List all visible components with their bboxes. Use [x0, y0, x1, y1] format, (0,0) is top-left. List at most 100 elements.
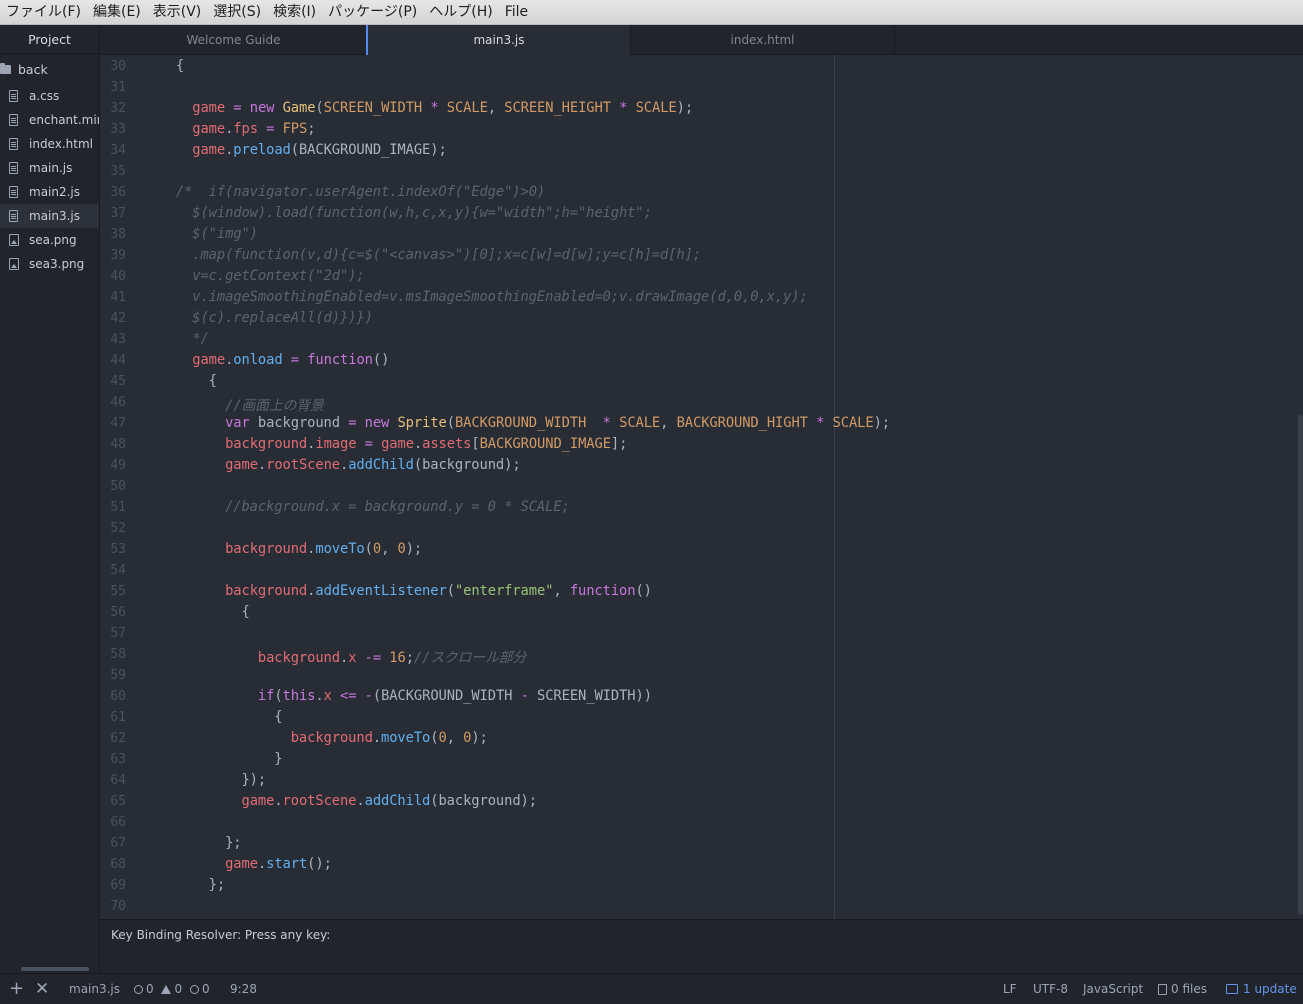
tree-file-item[interactable]: sea3.png	[0, 252, 99, 276]
git-files-status[interactable]: 0 files	[1158, 974, 1207, 1004]
code-line[interactable]: //画面上の背景	[143, 394, 324, 414]
tree-file-item[interactable]: main2.js	[0, 180, 99, 204]
line-number[interactable]: 53	[100, 542, 126, 557]
code-line[interactable]: game.start();	[143, 856, 332, 872]
tab-index-html[interactable]: index.html	[631, 25, 895, 55]
diagnostics-summary[interactable]: 0 0 0	[134, 974, 210, 1004]
line-number[interactable]: 32	[100, 101, 126, 116]
line-number[interactable]: 40	[100, 269, 126, 284]
line-number[interactable]: 46	[100, 395, 126, 410]
code-line[interactable]: game.preload(BACKGROUND_IMAGE);	[143, 142, 447, 158]
line-number[interactable]: 47	[100, 416, 126, 431]
code-line[interactable]: background.moveTo(0, 0);	[143, 730, 488, 746]
line-number[interactable]: 33	[100, 122, 126, 137]
tree-file-item[interactable]: enchant.min.js	[0, 108, 99, 132]
close-icon[interactable]: ✕	[35, 974, 49, 1004]
line-number[interactable]: 66	[100, 815, 126, 830]
editor-vertical-scrollbar[interactable]	[1298, 415, 1303, 915]
line-ending-selector[interactable]: LF	[1003, 974, 1017, 1004]
encoding-selector[interactable]: UTF-8	[1033, 974, 1068, 1004]
line-number[interactable]: 43	[100, 332, 126, 347]
tree-file-item[interactable]: main.js	[0, 156, 99, 180]
status-filename[interactable]: main3.js	[69, 974, 120, 1004]
line-number[interactable]: 37	[100, 206, 126, 221]
menu-item[interactable]: 選択(S)	[207, 0, 267, 25]
code-line[interactable]: background.moveTo(0, 0);	[143, 541, 422, 557]
grammar-selector[interactable]: JavaScript	[1083, 974, 1143, 1004]
line-number[interactable]: 56	[100, 605, 126, 620]
line-number[interactable]: 67	[100, 836, 126, 851]
tree-file-item[interactable]: index.html	[0, 132, 99, 156]
code-line[interactable]: game.onload = function()	[143, 352, 389, 368]
code-line[interactable]: };	[143, 877, 226, 893]
line-number[interactable]: 49	[100, 458, 126, 473]
line-number[interactable]: 65	[100, 794, 126, 809]
line-number[interactable]: 45	[100, 374, 126, 389]
code-line[interactable]: game.fps = FPS;	[143, 121, 315, 137]
tree-file-item[interactable]: a.css	[0, 84, 99, 108]
add-icon[interactable]: +	[9, 974, 24, 1004]
line-number[interactable]: 36	[100, 185, 126, 200]
code-line[interactable]: $(window).load(function(w,h,c,x,y){w="wi…	[143, 205, 652, 221]
line-number[interactable]: 52	[100, 521, 126, 536]
line-number[interactable]: 59	[100, 668, 126, 683]
code-line[interactable]: };	[143, 835, 242, 851]
code-line[interactable]: /* if(navigator.userAgent.indexOf("Edge"…	[143, 184, 545, 200]
line-number[interactable]: 50	[100, 479, 126, 494]
code-line[interactable]: background.image = game.assets[BACKGROUN…	[143, 436, 627, 452]
tree-root-folder[interactable]: back	[0, 54, 99, 84]
line-number[interactable]: 30	[100, 59, 126, 74]
code-line[interactable]: v.imageSmoothingEnabled=v.msImageSmoothi…	[143, 289, 808, 305]
code-line[interactable]: {	[143, 58, 184, 74]
line-number[interactable]: 44	[100, 353, 126, 368]
line-number[interactable]: 41	[100, 290, 126, 305]
tree-file-item[interactable]: sea.png	[0, 228, 99, 252]
code-line[interactable]: game.rootScene.addChild(background);	[143, 457, 521, 473]
line-number[interactable]: 63	[100, 752, 126, 767]
code-line[interactable]: }	[143, 751, 282, 767]
code-line[interactable]: v=c.getContext("2d");	[143, 268, 364, 284]
sidebar-horizontal-scrollbar[interactable]	[21, 967, 89, 971]
code-line[interactable]: $(c).replaceAll(d)})})	[143, 310, 373, 326]
line-number[interactable]: 68	[100, 857, 126, 872]
code-line[interactable]: {	[143, 709, 282, 725]
line-number[interactable]: 55	[100, 584, 126, 599]
menu-item[interactable]: 編集(E)	[87, 0, 147, 25]
update-notification[interactable]: 1 update	[1226, 974, 1297, 1004]
code-line[interactable]: background.addEventListener("enterframe"…	[143, 583, 652, 599]
menu-item[interactable]: パッケージ(P)	[322, 0, 423, 25]
line-number[interactable]: 64	[100, 773, 126, 788]
line-number[interactable]: 51	[100, 500, 126, 515]
line-number[interactable]: 39	[100, 248, 126, 263]
code-line[interactable]: game.rootScene.addChild(background);	[143, 793, 537, 809]
code-line[interactable]: $("img")	[143, 226, 258, 242]
code-line[interactable]: background.x -= 16;//スクロール部分	[143, 646, 526, 666]
code-line[interactable]: {	[143, 373, 217, 389]
tab-main3-js[interactable]: main3.js	[366, 25, 631, 56]
code-line[interactable]: {	[143, 604, 249, 620]
line-number[interactable]: 31	[100, 80, 126, 95]
line-number[interactable]: 42	[100, 311, 126, 326]
line-number[interactable]: 35	[100, 164, 126, 179]
menu-item[interactable]: File	[499, 0, 534, 25]
line-number[interactable]: 58	[100, 647, 126, 662]
line-number[interactable]: 57	[100, 626, 126, 641]
code-line[interactable]: });	[143, 772, 266, 788]
code-line[interactable]: .map(function(v,d){c=$("<canvas>")[0];x=…	[143, 247, 701, 263]
menu-item[interactable]: ファイル(F)	[0, 0, 87, 25]
code-editor[interactable]: 30 {31 32 game = new Game(SCREEN_WIDTH * …	[100, 55, 1303, 919]
line-number[interactable]: 70	[100, 899, 126, 914]
line-number[interactable]: 60	[100, 689, 126, 704]
cursor-position[interactable]: 9:28	[230, 974, 257, 1004]
menu-item[interactable]: 表示(V)	[147, 0, 208, 25]
code-line[interactable]: //background.x = background.y = 0 * SCAL…	[143, 499, 570, 515]
code-line[interactable]: var background = new Sprite(BACKGROUND_W…	[143, 415, 890, 431]
line-number[interactable]: 61	[100, 710, 126, 725]
line-number[interactable]: 54	[100, 563, 126, 578]
line-number[interactable]: 34	[100, 143, 126, 158]
code-line[interactable]: */	[143, 331, 209, 347]
tree-file-item[interactable]: main3.js	[0, 204, 99, 228]
tab-welcome-guide[interactable]: Welcome Guide	[100, 25, 368, 55]
menu-item[interactable]: ヘルプ(H)	[423, 0, 498, 25]
code-line[interactable]: game = new Game(SCREEN_WIDTH * SCALE, SC…	[143, 100, 693, 116]
